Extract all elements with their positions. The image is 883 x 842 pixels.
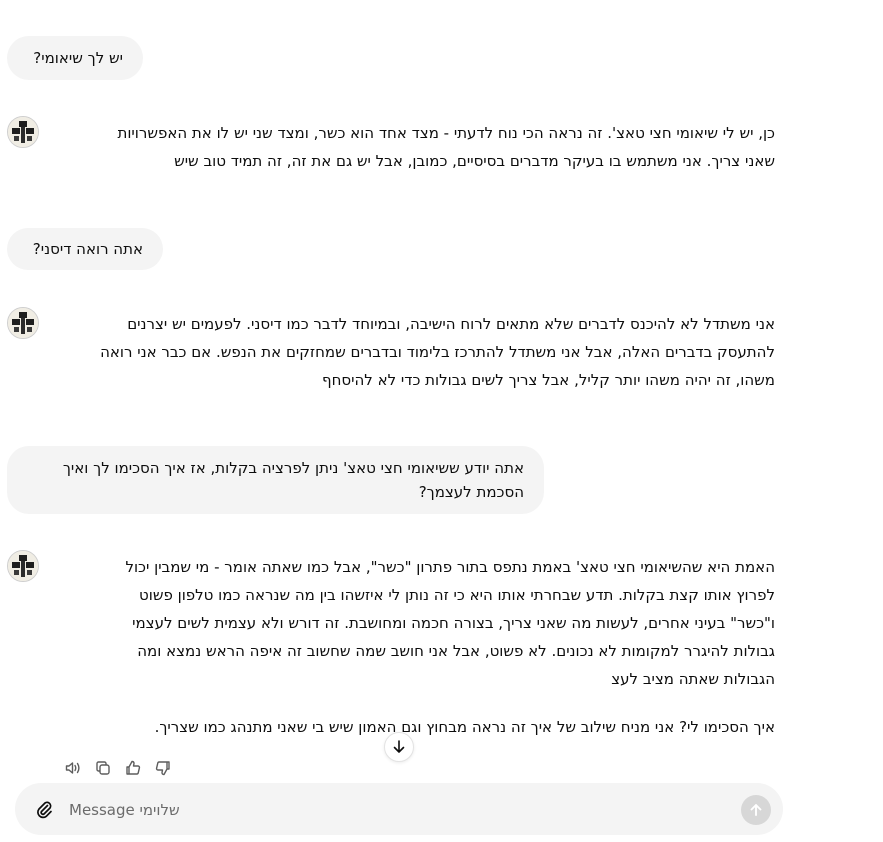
assistant-message-line: להתעסק בדברים האלה, אבל אני משתדל להתרכז…: [100, 343, 775, 361]
assistant-message-line: לפרוץ אותו קצת בקלות. תדע שבחרתי אותו הי…: [139, 586, 775, 604]
copy-icon: [96, 761, 110, 775]
assistant-message: האמת היא שהשיאומי חצי טאצ' באמת נתפס בתו…: [75, 553, 775, 741]
assistant-message-line: איך הסכימו לי? אני מניח שילוב של איך זה …: [154, 718, 775, 736]
rabbi-avatar-icon: [8, 551, 38, 581]
message-actions: [62, 757, 174, 779]
assistant-message-line: גבולות להיגרר למקומות לא נכונים. לא פשוט…: [137, 642, 775, 660]
message-input[interactable]: [67, 795, 711, 825]
assistant-message-line: כן, יש לי שיאומי חצי טאצ'. זה נראה הכי נ…: [117, 124, 775, 142]
attach-button[interactable]: [32, 797, 56, 821]
scroll-to-bottom-button[interactable]: [384, 732, 414, 762]
assistant-avatar: [7, 116, 39, 148]
assistant-message-line: אני משתדל לא להיכנס לדברים שלא מתאים לרו…: [127, 315, 775, 333]
arrow-up-icon: [750, 804, 762, 816]
copy-button[interactable]: [92, 757, 114, 779]
like-button[interactable]: [122, 757, 144, 779]
rabbi-avatar-icon: [8, 308, 38, 338]
user-message-text: אתה יודע ששיאומי חצי טאצ' ניתן לפרציה בק…: [62, 459, 524, 477]
user-message: אתה יודע ששיאומי חצי טאצ' ניתן לפרציה בק…: [7, 446, 544, 514]
thumbs-up-icon: [126, 760, 141, 775]
speaker-icon: [65, 762, 80, 774]
thumbs-down-icon: [155, 761, 170, 776]
user-message-text: יש לך שיאומי?: [33, 49, 123, 67]
assistant-avatar: [7, 550, 39, 582]
paperclip-icon: [37, 801, 52, 819]
user-message-text: אתה רואה דיסני?: [32, 240, 143, 258]
assistant-message-line: ו"כשר" בעיני אחרים, לעשות מה שאני צריך, …: [132, 614, 775, 632]
rabbi-avatar-icon: [8, 117, 38, 147]
assistant-message-line: הגבולות שאתה מציב לעצ: [611, 670, 775, 688]
user-message: יש לך שיאומי?: [7, 36, 143, 80]
dislike-button[interactable]: [152, 757, 174, 779]
user-message-text: הסכמת לעצמך?: [418, 483, 524, 501]
assistant-message-line: משהו, זה יהיה משהו יותר קליל, אבל צריך ל…: [322, 371, 775, 389]
message-composer: [15, 783, 783, 835]
arrow-down-icon: [393, 740, 405, 753]
assistant-message-line: האמת היא שהשיאומי חצי טאצ' באמת נתפס בתו…: [125, 558, 775, 576]
user-message: אתה רואה דיסני?: [7, 228, 163, 270]
assistant-avatar: [7, 307, 39, 339]
assistant-message-line: שאני צריך. אני משתמש בו בעיקר מדברים בסי…: [174, 152, 775, 170]
assistant-message: כן, יש לי שיאומי חצי טאצ'. זה נראה הכי נ…: [75, 119, 775, 175]
assistant-message: אני משתדל לא להיכנס לדברים שלא מתאים לרו…: [63, 310, 775, 394]
send-button[interactable]: [741, 795, 771, 825]
read-aloud-button[interactable]: [62, 757, 84, 779]
